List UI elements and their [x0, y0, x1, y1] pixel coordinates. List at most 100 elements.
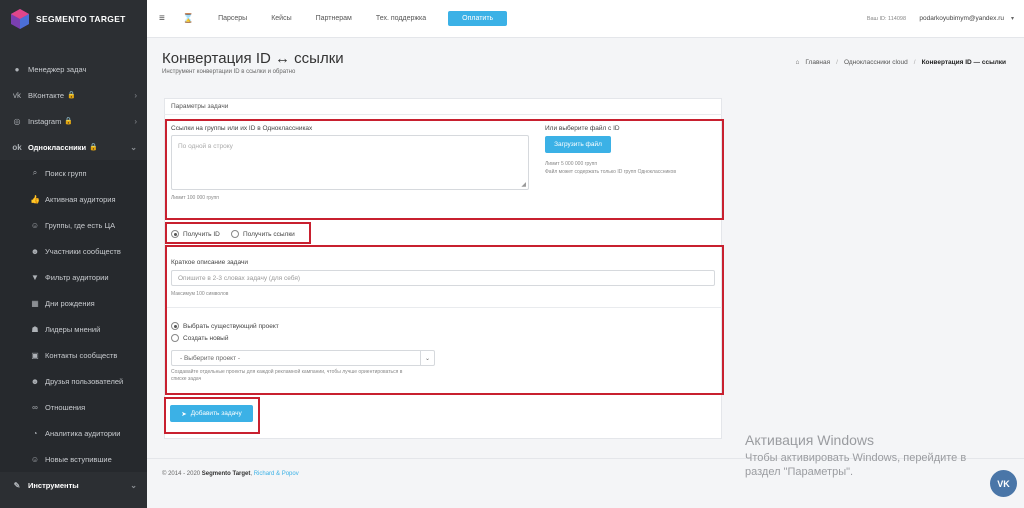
breadcrumb-current: Конвертация ID — ссылки	[921, 59, 1006, 66]
map-marker-icon: ●	[14, 64, 20, 74]
sidebar-item-odnoklassniki[interactable]: ok Одноклассники 🔒 ⌄	[0, 134, 147, 160]
wrench-icon: ✎	[13, 480, 21, 490]
pay-button[interactable]: Оплатить	[448, 11, 508, 26]
sidebar-item-label: Активная аудитория	[45, 194, 116, 204]
page-subtitle: Инструмент конвертации ID в ссылки и обр…	[162, 69, 296, 75]
chevron-down-icon: ⌄	[130, 480, 137, 490]
sidebar-item-groups-with-ta[interactable]: ☺ Группы, где есть ЦА	[0, 212, 147, 238]
breadcrumb-home[interactable]: Главная	[805, 59, 830, 66]
footer-author-link[interactable]: Richard & Popov	[254, 471, 299, 477]
home-icon: ⌂	[795, 59, 800, 66]
group-icon: ☻	[30, 246, 40, 256]
top-bar: ≡ ⌛ Парсеры Кейсы Партнерам Тех. поддерж…	[147, 0, 1024, 38]
sidebar-nav: ● Менеджер задач vk ВКонтакте 🔒 › ◎ Inst…	[0, 56, 147, 498]
sidebar-item-label: Поиск групп	[45, 168, 87, 178]
sidebar-item-audience-filter[interactable]: ▼ Фильтр аудитории	[0, 264, 147, 290]
app-name: SEGMENTO TARGET	[36, 14, 126, 24]
user-id: Ваш ID: 114098	[866, 15, 906, 22]
top-menu-support[interactable]: Тех. поддержка	[376, 15, 426, 22]
chevron-right-icon: ›	[134, 116, 137, 126]
sidebar-item-active-audience[interactable]: 👍 Активная аудитория	[0, 186, 147, 212]
top-menu-cases[interactable]: Кейсы	[271, 15, 291, 22]
footer: © 2014 - 2020 Segmento Target, Richard &…	[162, 471, 299, 477]
chevron-right-icon: ›	[134, 90, 137, 100]
watermark-text: Чтобы активировать Windows, перейдите в …	[745, 452, 967, 478]
breadcrumb-section[interactable]: Одноклассники cloud	[844, 59, 908, 66]
watermark-title: Активация Windows	[745, 432, 875, 448]
users-icon: ☺	[30, 220, 40, 230]
highlight-box-input	[165, 119, 724, 220]
thumbs-up-icon: 👍	[30, 194, 40, 204]
footer-copyright: © 2014 - 2020	[162, 471, 201, 477]
panel-title: Параметры задачи	[171, 103, 229, 110]
chevron-down-icon: ⌄	[130, 142, 137, 152]
highlight-box-submit	[164, 397, 260, 434]
breadcrumb: ⌂ Главная / Одноклассники cloud / Конвер…	[795, 59, 1006, 66]
sidebar-item-new-members[interactable]: ☺ Новые вступившие	[0, 446, 147, 472]
lock-icon: 🔒	[89, 144, 98, 151]
sidebar-item-search-groups[interactable]: ⌕ Поиск групп	[0, 160, 147, 186]
highlight-box-details	[165, 245, 724, 395]
app-logo[interactable]: SEGMENTO TARGET	[0, 0, 147, 38]
calendar-icon: ▦	[31, 298, 39, 308]
sidebar-item-opinion-leaders[interactable]: ☗ Лидеры мнений	[0, 316, 147, 342]
instagram-icon: ◎	[13, 116, 21, 126]
odnoklassniki-icon: ok	[12, 142, 22, 152]
sidebar-item-label: Менеджер задач	[28, 64, 87, 74]
sidebar-item-label: Дни рождения	[45, 298, 95, 308]
sidebar-item-label: Отношения	[45, 402, 86, 412]
link-icon: ∞	[32, 402, 38, 412]
breadcrumb-separator: /	[913, 59, 916, 66]
caret-down-icon[interactable]: ▾	[1011, 15, 1014, 22]
sidebar-item-label: Друзья пользователей	[45, 376, 124, 386]
top-menu-partners[interactable]: Партнерам	[316, 15, 352, 22]
contacts-icon: ▣	[31, 350, 39, 360]
hourglass-icon[interactable]: ⌛	[183, 13, 194, 24]
sidebar-item-label: Участники сообществ	[45, 246, 121, 256]
windows-activation-watermark: Активация Windows Чтобы активировать Win…	[745, 432, 995, 479]
filter-icon: ▼	[31, 272, 39, 282]
sidebar-item-community-members[interactable]: ☻ Участники сообществ	[0, 238, 147, 264]
user-email[interactable]: podarkoyubimym@yandex.ru	[919, 15, 1004, 22]
sidebar-item-vkontakte[interactable]: vk ВКонтакте 🔒 ›	[0, 82, 147, 108]
lock-icon: 🔒	[67, 92, 76, 99]
divider	[164, 114, 722, 115]
menu-toggle-icon[interactable]: ≡	[159, 13, 165, 24]
highlight-box-mode	[165, 222, 311, 244]
sidebar-item-label: ВКонтакте	[28, 90, 65, 100]
search-icon: ⌕	[32, 168, 38, 177]
sidebar-item-relations[interactable]: ∞ Отношения	[0, 394, 147, 420]
vk-icon: vk	[13, 90, 21, 100]
sidebar-item-audience-analytics[interactable]: ◔ Аналитика аудитории	[0, 420, 147, 446]
sidebar: SEGMENTO TARGET ● Менеджер задач vk ВКон…	[0, 0, 147, 508]
logo-icon	[11, 9, 29, 29]
chart-icon: ◔	[32, 428, 38, 438]
new-users-icon: ☺	[30, 454, 40, 464]
friends-icon: ☻	[30, 376, 40, 386]
sidebar-item-label: Фильтр аудитории	[45, 272, 109, 282]
sidebar-item-label: Одноклассники	[28, 142, 87, 152]
sidebar-item-label: Аналитика аудитории	[45, 428, 121, 438]
page-title: Конвертация ID ↔ ссылки	[162, 50, 344, 67]
footer-separator: ,	[250, 471, 253, 477]
sidebar-submenu: ⌕ Поиск групп 👍 Активная аудитория ☺ Группы…	[0, 160, 147, 472]
footer-brand: Segmento Target	[201, 471, 251, 477]
vk-chat-button[interactable]: VK	[990, 470, 1017, 497]
sidebar-item-label: Контакты сообществ	[45, 350, 118, 360]
breadcrumb-separator: /	[836, 59, 838, 66]
sidebar-item-birthdays[interactable]: ▦ Дни рождения	[0, 290, 147, 316]
top-menu-parsers[interactable]: Парсеры	[218, 15, 247, 22]
sidebar-item-label: Новые вступившие	[45, 454, 112, 464]
sidebar-item-task-manager[interactable]: ● Менеджер задач	[0, 56, 147, 82]
sidebar-item-community-contacts[interactable]: ▣ Контакты сообществ	[0, 342, 147, 368]
sidebar-item-label: Instagram	[28, 116, 62, 126]
top-menu: Парсеры Кейсы Партнерам Тех. поддержка	[206, 15, 438, 22]
sidebar-item-label: Группы, где есть ЦА	[45, 220, 116, 230]
sidebar-item-user-friends[interactable]: ☻ Друзья пользователей	[0, 368, 147, 394]
sidebar-item-tools[interactable]: ✎ Инструменты ⌄	[0, 472, 147, 498]
sidebar-item-label: Лидеры мнений	[45, 324, 101, 334]
sidebar-item-label: Инструменты	[28, 480, 79, 490]
sidebar-item-instagram[interactable]: ◎ Instagram 🔒 ›	[0, 108, 147, 134]
lock-icon: 🔒	[64, 118, 74, 125]
leaders-icon: ☗	[31, 324, 39, 334]
